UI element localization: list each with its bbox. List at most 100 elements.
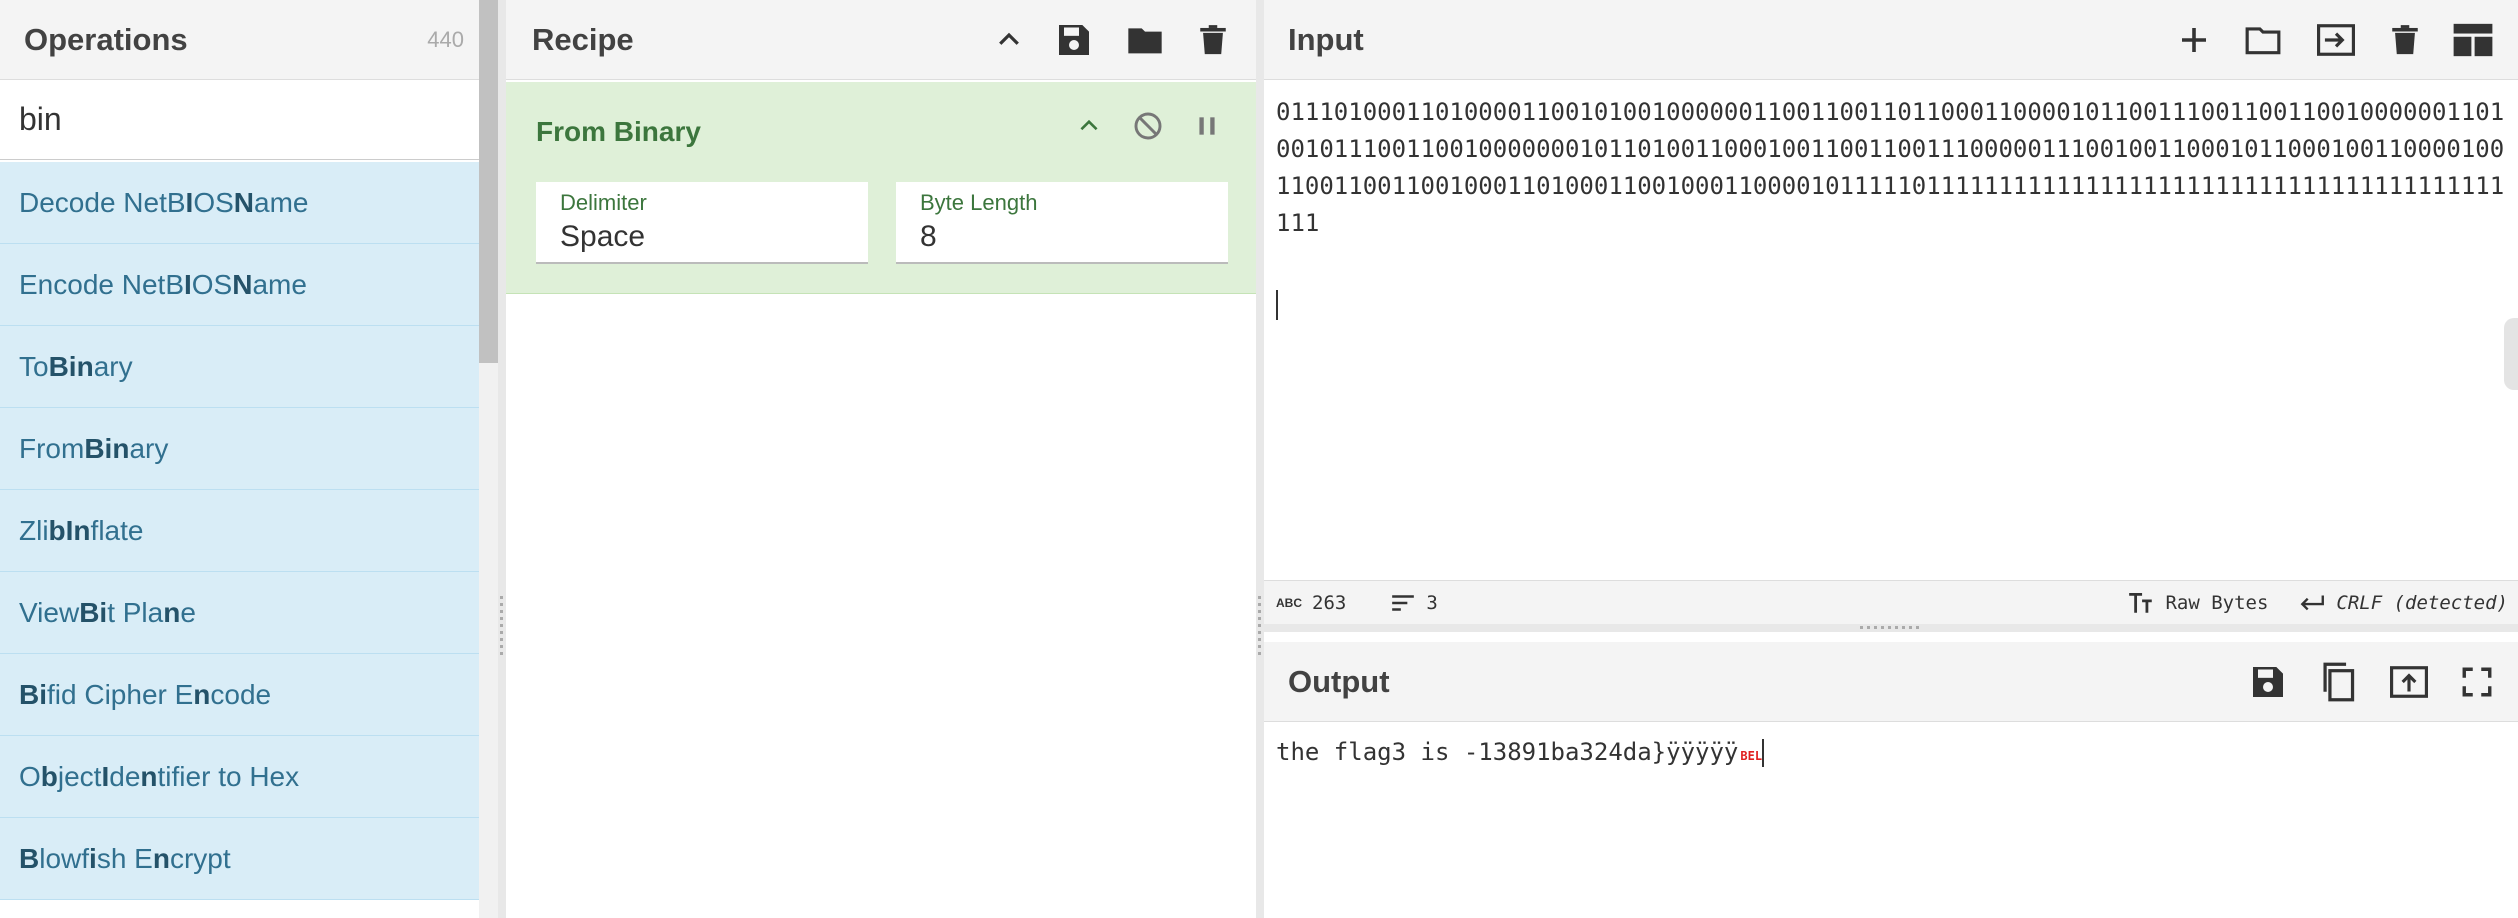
operation-label-part: From [19,432,85,464]
pane-resize-handle[interactable] [1256,0,1264,918]
operation-label-part: t Pla [107,596,164,628]
pause-icon[interactable] [1194,113,1220,139]
operation-label-part: ary [93,350,133,382]
trash-icon[interactable] [2388,20,2422,60]
grip [1860,626,1920,629]
copy-icon[interactable] [2318,661,2358,703]
recipe-operation-title: From Binary [536,116,701,147]
match-highlight: Bin [48,350,94,382]
match-highlight: n [193,678,211,710]
save-icon[interactable] [2248,662,2288,702]
operation-label-part: Zli [19,514,49,546]
io-resize-handle[interactable] [1264,624,2518,632]
operations-header: Operations 440 [0,0,498,80]
eol-value[interactable]: CRLF (detected) [2336,592,2508,614]
operations-scrollbar[interactable] [479,0,498,918]
byte-length-value[interactable]: 8 [920,220,1204,254]
operation-item[interactable]: To Bin ary [0,326,479,408]
operation-item[interactable]: View Bi t Pla n e [0,572,479,654]
match-highlight: Bi [19,678,47,710]
operation-item[interactable]: Ob ject Ide n tifier to Hex [0,736,479,818]
operations-search [0,80,498,160]
match-highlight: N [232,268,253,300]
operation-item[interactable]: Zli b In flate [0,490,479,572]
char-count: ABC 263 [1276,592,1346,614]
operation-item[interactable]: Bi fid Cipher En code [0,654,479,736]
chevron-up-icon[interactable] [994,25,1024,55]
fullscreen-icon[interactable] [2460,665,2494,699]
operation-label-part: ame [252,268,307,300]
disable-icon[interactable] [1132,110,1164,142]
match-highlight: n [152,842,170,874]
chevron-up-icon[interactable] [1076,113,1102,139]
save-icon[interactable] [1054,20,1094,60]
match-highlight: b [48,514,66,546]
match-highlight: I [184,268,192,300]
match-highlight: In [65,514,91,546]
operation-label-part: code [210,678,272,710]
recipe-operation-from-binary[interactable]: From Binary Delimiter Space Byte Length … [506,82,1256,294]
byte-length-field[interactable]: Byte Length 8 [896,182,1228,264]
delimiter-field[interactable]: Delimiter Space [536,182,868,264]
operation-label-part: tifier to Hex [157,760,300,792]
replace-input-icon[interactable] [2388,663,2430,701]
match-highlight: N [233,186,255,218]
operation-label-part: OS [193,186,234,218]
output-text: the flag3 is -13891ba324da}ÿÿÿÿÿ [1276,738,1739,766]
operation-item[interactable]: Encode NetB I OS Name [0,244,479,326]
operation-label-part: To [19,350,49,382]
trash-icon[interactable] [1196,20,1230,60]
match-highlight: b [40,760,58,792]
input-title: Input [1288,21,1364,57]
operation-label-part: flate [90,514,144,546]
operation-label-part: View [19,596,80,628]
return-arrow-icon [2298,592,2326,614]
byte-length-label: Byte Length [920,190,1038,215]
match-highlight: B [19,842,40,874]
folder-icon[interactable] [1124,20,1166,60]
operation-item[interactable]: Blowf i sh En crypt [0,818,479,900]
open-file-icon[interactable] [2314,21,2358,59]
delimiter-value[interactable]: Space [560,220,844,254]
output-text-area[interactable]: the flag3 is -13891ba324da}ÿÿÿÿÿ BEL [1276,738,1765,767]
operation-item[interactable]: From Bin ary [0,408,479,490]
recipe-pane: Recipe From Binary Delimiter Space Byte … [506,0,1256,918]
open-folder-icon[interactable] [2242,21,2284,59]
operation-label-part: ame [254,186,309,218]
operation-label-part: Encode NetB [19,268,184,300]
line-count: 3 [1390,592,1438,614]
operation-label-part: sh E [96,842,153,874]
input-textarea[interactable]: 0111010001101000011001010010000001100110… [1276,94,2506,242]
collapse-tab[interactable] [2504,318,2518,390]
operation-label-part: OS [191,268,233,300]
pane-resize-handle[interactable] [498,0,506,918]
encoding-value[interactable]: Raw Bytes [2165,592,2268,614]
match-highlight: Bi [79,596,108,628]
input-header: Input [1264,0,2518,80]
eol-selector[interactable]: CRLF (detected) [2298,592,2508,614]
bel-control-char: BEL [1740,749,1763,763]
match-highlight: i [89,842,97,874]
char-count-value: 263 [1312,591,1347,614]
operation-item[interactable]: Decode NetB I OS Name [0,162,479,244]
encoding-selector[interactable]: Raw Bytes [2127,591,2268,615]
io-pane: Input 0111010001101000011001010010000001… [1264,0,2518,918]
match-highlight: n [140,760,158,792]
add-tab-icon[interactable] [2176,22,2212,58]
input-status-bar: ABC 263 3 Raw Bytes CRLF (detected) [1264,580,2518,624]
operation-label-part: ary [129,432,169,464]
recipe-header: Recipe [506,0,1256,80]
output-caret [1762,739,1765,767]
search-input[interactable] [19,101,459,138]
match-highlight: I [185,186,194,218]
operation-label-part: Decode NetB [19,186,186,218]
delimiter-label: Delimiter [560,190,647,215]
layout-icon[interactable] [2452,22,2494,58]
abc-icon: ABC [1276,595,1302,610]
text-format-icon [2127,591,2155,615]
operation-label-part: ject [57,760,102,792]
lines-icon [1390,593,1416,613]
scrollbar-thumb[interactable] [479,0,498,363]
operation-label-part: crypt [169,842,231,874]
grip [500,596,503,656]
